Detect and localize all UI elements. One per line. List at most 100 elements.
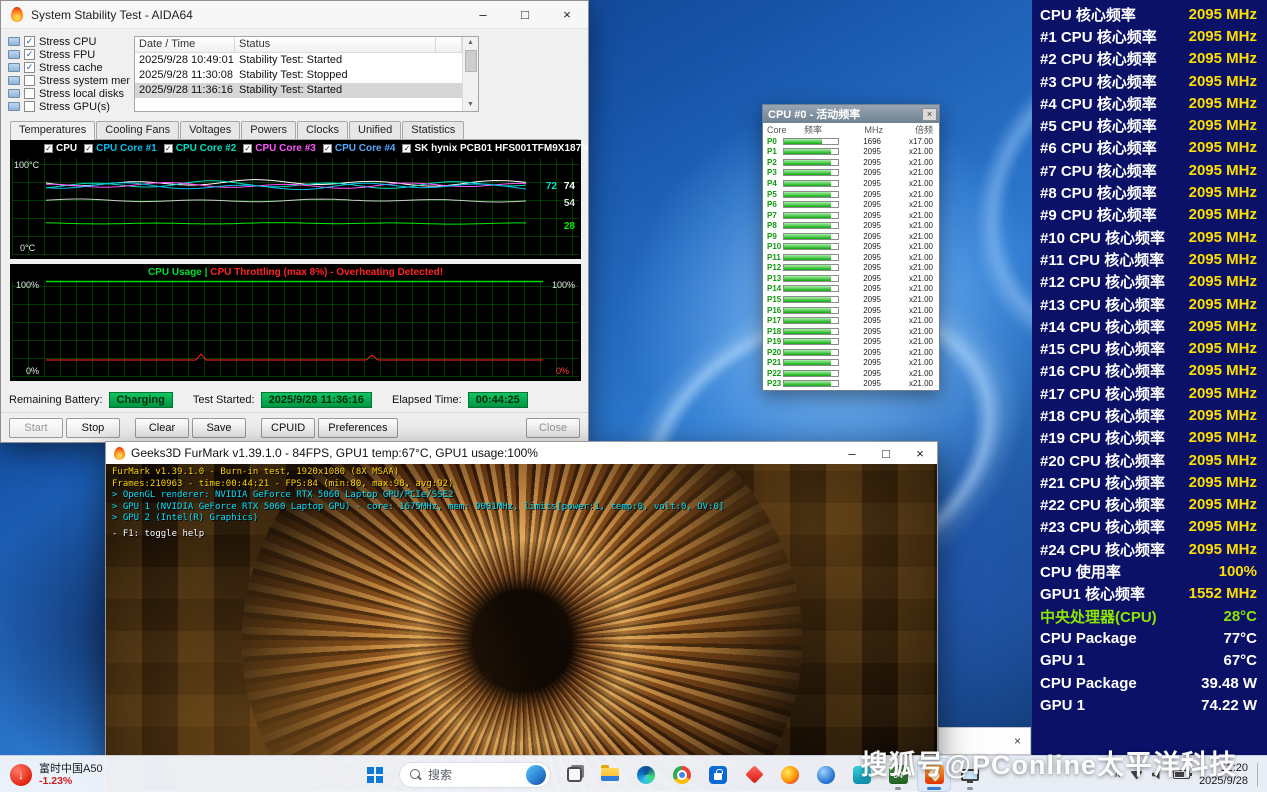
test-started-label: Test Started: xyxy=(193,394,255,406)
stress-item[interactable]: ✓Stress cache xyxy=(8,61,130,74)
scroll-up-icon[interactable]: ▲ xyxy=(463,37,478,49)
cpu-window-titlebar[interactable]: CPU #0 - 活动频率 × xyxy=(763,105,939,123)
close-icon[interactable]: × xyxy=(922,108,937,121)
red-diamond-app-icon xyxy=(745,765,763,783)
stress-checkbox[interactable] xyxy=(24,88,35,99)
legend-item[interactable]: ✓CPU Core #1 xyxy=(84,143,157,154)
sensor-label: #23 CPU 核心频率 xyxy=(1040,516,1165,537)
sensor-label: #13 CPU 核心频率 xyxy=(1040,294,1165,315)
scroll-down-icon[interactable]: ▼ xyxy=(463,99,478,111)
core-multiplier-value: x21.00 xyxy=(881,274,939,283)
cpuid-button[interactable]: CPUID xyxy=(261,418,315,438)
sensor-label: #12 CPU 核心频率 xyxy=(1040,271,1165,292)
tab-cooling-fans[interactable]: Cooling Fans xyxy=(96,121,179,139)
tab-unified[interactable]: Unified xyxy=(349,121,401,139)
usage-right-max: 100% xyxy=(552,280,575,290)
sensor-label: #14 CPU 核心频率 xyxy=(1040,316,1165,337)
legend-checkbox[interactable]: ✓ xyxy=(84,144,93,153)
red-diamond-app-taskbar-button[interactable] xyxy=(738,759,770,791)
task-view-taskbar-button[interactable] xyxy=(558,759,590,791)
minimize-icon[interactable]: – xyxy=(835,442,869,464)
stress-item-label: Stress system memory xyxy=(39,75,130,87)
maximize-icon[interactable]: □ xyxy=(504,1,546,28)
stress-item[interactable]: Stress system memory xyxy=(8,74,130,87)
legend-checkbox[interactable]: ✓ xyxy=(44,144,53,153)
stress-checkbox[interactable] xyxy=(24,101,35,112)
sensor-value: 2095 MHz xyxy=(1189,496,1257,513)
cpu-core-row: P72095x21.00 xyxy=(763,210,939,221)
stress-checkbox[interactable]: ✓ xyxy=(24,36,35,47)
save-button[interactable]: Save xyxy=(192,418,246,438)
blue-app-taskbar-button[interactable] xyxy=(810,759,842,791)
log-row[interactable]: 2025/9/28 11:30:08Stability Test: Stoppe… xyxy=(135,68,462,83)
firefox-taskbar-button[interactable] xyxy=(774,759,806,791)
core-mhz-value: 2095 xyxy=(839,295,881,304)
legend-checkbox[interactable]: ✓ xyxy=(243,144,252,153)
battery-status-badge: Charging xyxy=(109,392,173,408)
search-box[interactable]: 搜索 xyxy=(399,762,551,788)
show-desktop-button[interactable] xyxy=(1257,763,1261,787)
log-header: Date / Time Status xyxy=(135,37,462,53)
sensor-label: #21 CPU 核心频率 xyxy=(1040,472,1165,493)
stock-widget-icon: ↓ xyxy=(10,764,32,786)
log-scrollbar[interactable]: ▲ ▼ xyxy=(462,37,478,111)
sensor-row: #18 CPU 核心频率2095 MHz xyxy=(1032,404,1267,426)
stop-button[interactable]: Stop xyxy=(66,418,120,438)
minimize-icon[interactable]: – xyxy=(462,1,504,28)
furmark-titlebar[interactable]: Geeks3D FurMark v1.39.1.0 - 84FPS, GPU1 … xyxy=(106,442,937,464)
preferences-button[interactable]: Preferences xyxy=(318,418,397,438)
legend-item[interactable]: ✓CPU xyxy=(44,143,77,154)
tab-voltages[interactable]: Voltages xyxy=(180,121,240,139)
sensor-value: 39.48 W xyxy=(1201,675,1257,692)
legend-item[interactable]: ✓SK hynix PCB01 HFS001TFM9X187N xyxy=(402,143,588,154)
core-frequency-fill xyxy=(784,160,831,165)
cpu-usage-chart: CPU Usage | CPU Throttling (max 8%) - Ov… xyxy=(10,264,581,381)
stress-checkbox[interactable] xyxy=(24,75,35,86)
tab-powers[interactable]: Powers xyxy=(241,121,296,139)
file-explorer-taskbar-button[interactable] xyxy=(594,759,626,791)
sensor-value: 2095 MHz xyxy=(1189,229,1257,246)
legend-checkbox[interactable]: ✓ xyxy=(323,144,332,153)
close-icon[interactable]: × xyxy=(546,1,588,28)
sensor-label: #18 CPU 核心频率 xyxy=(1040,405,1165,426)
start-button[interactable] xyxy=(358,760,392,790)
core-label: P6 xyxy=(763,200,781,209)
tab-statistics[interactable]: Statistics xyxy=(402,121,464,139)
legend-item[interactable]: ✓CPU Core #3 xyxy=(243,143,316,154)
tab-clocks[interactable]: Clocks xyxy=(297,121,348,139)
tab-temperatures[interactable]: Temperatures xyxy=(10,121,95,140)
aida64-sensor-panel: CPU 核心频率2095 MHz#1 CPU 核心频率2095 MHz#2 CP… xyxy=(1032,0,1267,755)
legend-checkbox[interactable]: ✓ xyxy=(164,144,173,153)
close-icon[interactable]: × xyxy=(903,442,937,464)
clear-button[interactable]: Clear xyxy=(135,418,189,438)
stress-item[interactable]: Stress local disks xyxy=(8,87,130,100)
stress-item[interactable]: Stress GPU(s) xyxy=(8,100,130,113)
scrollbar-thumb[interactable] xyxy=(465,50,477,72)
log-status-cell: Stability Test: Started xyxy=(235,83,462,98)
close-button[interactable]: Close xyxy=(526,418,580,438)
log-row[interactable]: 2025/9/28 11:36:16Stability Test: Starte… xyxy=(135,83,462,98)
maximize-icon[interactable]: □ xyxy=(869,442,903,464)
log-header-status[interactable]: Status xyxy=(235,37,436,52)
core-mhz-value: 2095 xyxy=(839,274,881,283)
sensor-value: 2095 MHz xyxy=(1189,251,1257,268)
log-row[interactable]: 2025/9/28 10:49:01Stability Test: Starte… xyxy=(135,53,462,68)
log-header-datetime[interactable]: Date / Time xyxy=(135,37,235,52)
chrome-taskbar-button[interactable] xyxy=(666,759,698,791)
sensor-row: #5 CPU 核心频率2095 MHz xyxy=(1032,114,1267,136)
core-frequency-fill xyxy=(784,381,831,386)
start-button[interactable]: Start xyxy=(9,418,63,438)
edge-taskbar-button[interactable] xyxy=(630,759,662,791)
core-frequency-fill xyxy=(784,181,831,186)
legend-item[interactable]: ✓CPU Core #2 xyxy=(164,143,237,154)
legend-item[interactable]: ✓CPU Core #4 xyxy=(323,143,396,154)
stress-checkbox[interactable]: ✓ xyxy=(24,62,35,73)
widgets-button[interactable]: ↓ 富时中国A50 -1.23% xyxy=(10,760,103,789)
stress-checkbox[interactable]: ✓ xyxy=(24,49,35,60)
store-taskbar-button[interactable] xyxy=(702,759,734,791)
stress-item[interactable]: ✓Stress CPU xyxy=(8,35,130,48)
legend-checkbox[interactable]: ✓ xyxy=(402,144,411,153)
aida-titlebar[interactable]: System Stability Test - AIDA64 – □ × xyxy=(1,1,588,29)
cpu-core-row: P32095x21.00 xyxy=(763,168,939,179)
stress-item[interactable]: ✓Stress FPU xyxy=(8,48,130,61)
